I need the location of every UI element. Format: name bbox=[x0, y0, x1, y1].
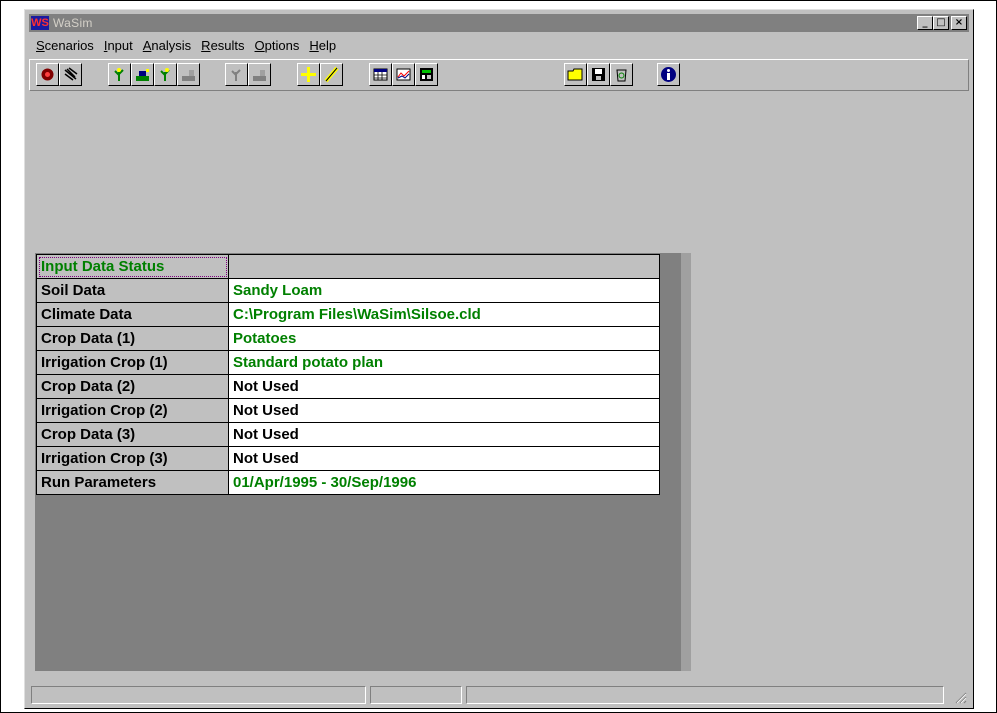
status-row-value[interactable]: Potatoes bbox=[228, 326, 660, 351]
scenario-open-button[interactable] bbox=[36, 63, 59, 86]
status-row: Crop Data (2) Not Used bbox=[36, 374, 660, 399]
status-panel-3 bbox=[466, 686, 944, 704]
save-icon bbox=[592, 68, 605, 81]
status-header-blank bbox=[228, 254, 660, 279]
status-row-value[interactable]: Standard potato plan bbox=[228, 350, 660, 375]
status-header-row: Input Data Status bbox=[36, 254, 660, 279]
scenario-wizard-button[interactable] bbox=[59, 63, 82, 86]
status-table: Input Data Status Soil Data Sandy Loam Cli… bbox=[36, 254, 660, 495]
menu-results[interactable]: Results bbox=[196, 36, 249, 56]
info-button[interactable] bbox=[657, 63, 680, 86]
table-button[interactable] bbox=[369, 63, 392, 86]
status-row-value[interactable]: Not Used bbox=[228, 446, 660, 471]
crop-button[interactable] bbox=[154, 63, 177, 86]
status-panel-2 bbox=[370, 686, 462, 704]
scenario-wizard-icon bbox=[64, 67, 78, 81]
add-button[interactable] bbox=[297, 63, 320, 86]
status-bar bbox=[29, 686, 969, 706]
status-row: Irrigation Crop (1) Standard potato plan bbox=[36, 350, 660, 375]
calculator-button[interactable] bbox=[415, 63, 438, 86]
menu-scenarios[interactable]: Scenarios bbox=[31, 36, 99, 56]
minimize-button[interactable]: _ bbox=[917, 16, 933, 30]
chart-icon bbox=[396, 68, 411, 81]
resize-grip-icon[interactable] bbox=[953, 690, 967, 704]
grid-vertical-strip bbox=[681, 253, 691, 671]
status-row-label[interactable]: Run Parameters bbox=[36, 470, 229, 495]
status-row-label[interactable]: Climate Data bbox=[36, 302, 229, 327]
status-row: Crop Data (1) Potatoes bbox=[36, 326, 660, 351]
title-bar[interactable]: WS WaSim _ □ × bbox=[29, 14, 969, 32]
status-row-label[interactable]: Soil Data bbox=[36, 278, 229, 303]
window-title: WaSim bbox=[53, 16, 93, 30]
irrigation-disabled-icon bbox=[253, 70, 266, 81]
status-row-label[interactable]: Irrigation Crop (1) bbox=[36, 350, 229, 375]
status-row-value[interactable]: 01/Apr/1995 - 30/Sep/1996 bbox=[228, 470, 660, 495]
status-row-label[interactable]: Crop Data (1) bbox=[36, 326, 229, 351]
recycle-button[interactable] bbox=[610, 63, 633, 86]
status-panel-1 bbox=[31, 686, 366, 704]
edit-button[interactable] bbox=[320, 63, 343, 86]
menu-analysis[interactable]: Analysis bbox=[138, 36, 196, 56]
status-row-label[interactable]: Crop Data (3) bbox=[36, 422, 229, 447]
crop-disabled-button[interactable] bbox=[225, 63, 248, 86]
chart-button[interactable] bbox=[392, 63, 415, 86]
status-row: Irrigation Crop (2) Not Used bbox=[36, 398, 660, 423]
soil-icon bbox=[114, 68, 124, 81]
menu-help[interactable]: Help bbox=[304, 36, 341, 56]
status-row-label[interactable]: Irrigation Crop (2) bbox=[36, 398, 229, 423]
status-row-value[interactable]: C:\Program Files\WaSim\Silsoe.cld bbox=[228, 302, 660, 327]
recycle-icon bbox=[616, 69, 627, 82]
irrigation-disabled-button[interactable] bbox=[248, 63, 271, 86]
status-table-title[interactable]: Input Data Status bbox=[36, 254, 229, 279]
status-row-label[interactable]: Crop Data (2) bbox=[36, 374, 229, 399]
status-row: Irrigation Crop (3) Not Used bbox=[36, 446, 660, 471]
crop-disabled-icon bbox=[231, 69, 241, 81]
folder-open-button[interactable] bbox=[564, 63, 587, 86]
status-row-value[interactable]: Not Used bbox=[228, 374, 660, 399]
status-row-value[interactable]: Not Used bbox=[228, 422, 660, 447]
irrigation-icon bbox=[182, 70, 195, 81]
maximize-button[interactable]: □ bbox=[933, 16, 949, 30]
status-row-label[interactable]: Irrigation Crop (3) bbox=[36, 446, 229, 471]
irrigation-button[interactable] bbox=[177, 63, 200, 86]
climate-icon bbox=[136, 69, 149, 81]
app-logo-icon: WS bbox=[31, 16, 49, 30]
add-icon bbox=[301, 67, 316, 82]
toolbar bbox=[29, 59, 969, 91]
status-row: Soil Data Sandy Loam bbox=[36, 278, 660, 303]
input-data-status-grid: Input Data Status Soil Data Sandy Loam Cli… bbox=[35, 253, 681, 671]
info-icon bbox=[661, 67, 676, 82]
climate-button[interactable] bbox=[131, 63, 154, 86]
folder-open-icon bbox=[567, 68, 583, 81]
status-row: Climate Data C:\Program Files\WaSim\Silso… bbox=[36, 302, 660, 327]
scenario-open-icon bbox=[41, 68, 54, 81]
edit-pencil-icon bbox=[324, 66, 339, 83]
wasim-main-window: WS WaSim _ □ × Scenarios Input Analysis … bbox=[24, 9, 974, 709]
save-button[interactable] bbox=[587, 63, 610, 86]
menu-bar: Scenarios Input Analysis Results Options… bbox=[31, 36, 341, 56]
crop-icon bbox=[160, 68, 170, 81]
window-controls: _ □ × bbox=[917, 16, 967, 30]
status-row: Run Parameters 01/Apr/1995 - 30/Sep/1996 bbox=[36, 470, 660, 495]
close-button[interactable]: × bbox=[951, 16, 967, 30]
menu-options[interactable]: Options bbox=[250, 36, 305, 56]
calculator-icon bbox=[420, 68, 433, 81]
menu-input[interactable]: Input bbox=[99, 36, 138, 56]
status-row: Crop Data (3) Not Used bbox=[36, 422, 660, 447]
status-row-value[interactable]: Not Used bbox=[228, 398, 660, 423]
soil-button[interactable] bbox=[108, 63, 131, 86]
status-row-value[interactable]: Sandy Loam bbox=[228, 278, 660, 303]
table-icon bbox=[373, 68, 388, 81]
screenshot-frame: WS WaSim _ □ × Scenarios Input Analysis … bbox=[0, 0, 997, 713]
